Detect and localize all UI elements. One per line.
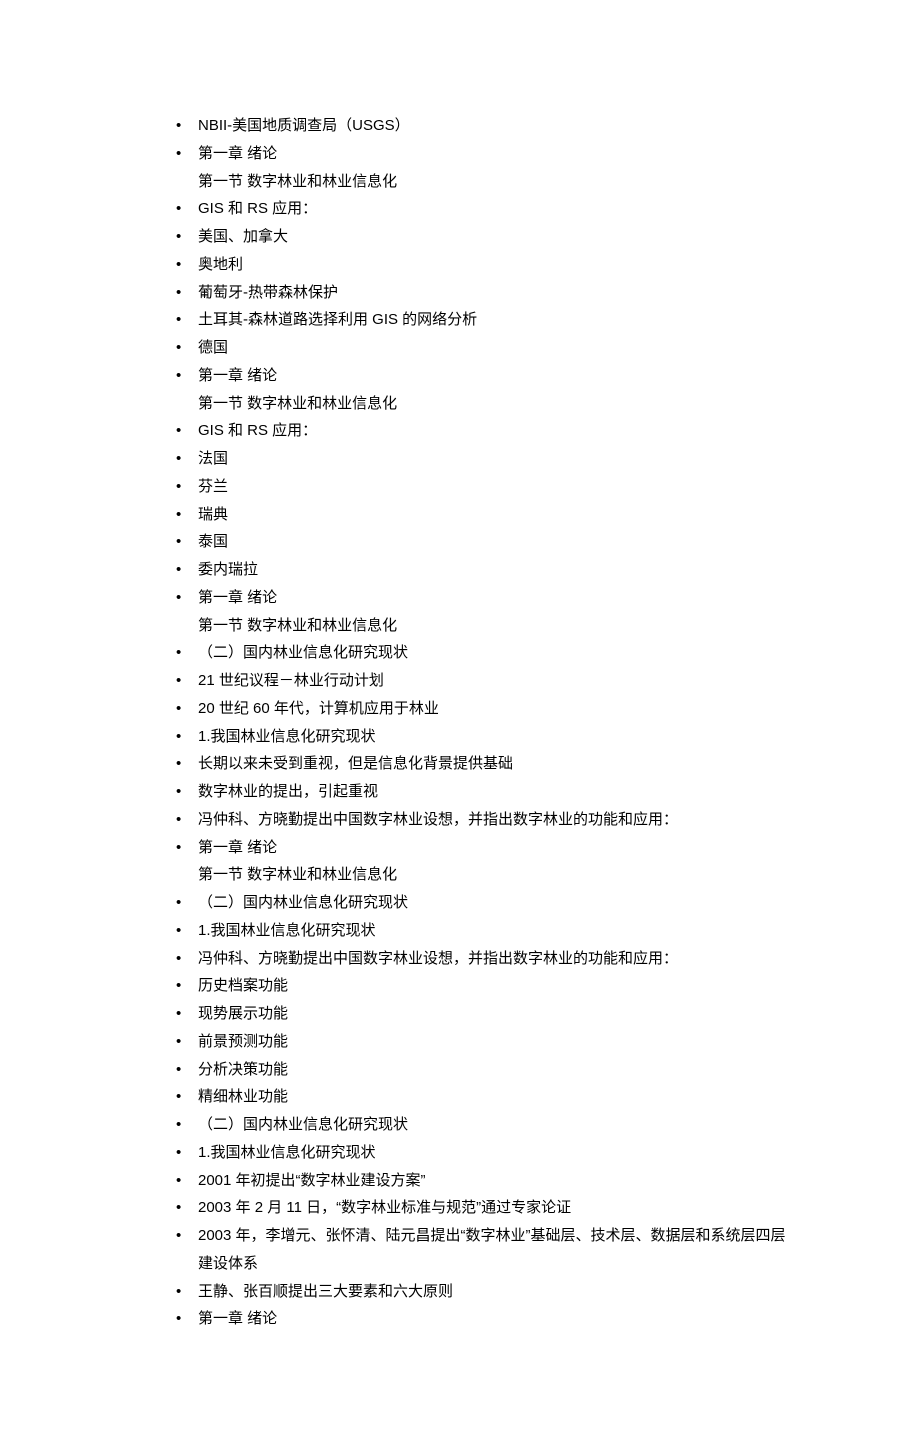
list-item-text: 精细林业功能 — [198, 1088, 288, 1105]
list-item: NBII-美国地质调查局（USGS） — [170, 112, 800, 140]
list-item: 分析决策功能 — [170, 1056, 800, 1084]
list-item: （二）国内林业信息化研究现状 — [170, 1111, 800, 1139]
list-item: 泰国 — [170, 528, 800, 556]
list-item-text: 1.我国林业信息化研究现状 — [198, 922, 376, 939]
list-item: 前景预测功能 — [170, 1028, 800, 1056]
list-item-text: 1.我国林业信息化研究现状 — [198, 728, 376, 745]
list-item-text: 葡萄牙-热带森林保护 — [198, 284, 338, 301]
list-item: 21 世纪议程－林业行动计划 — [170, 667, 800, 695]
list-item-text: 第一章 绪论 — [198, 367, 277, 384]
list-item-text: NBII-美国地质调查局（USGS） — [198, 117, 410, 134]
list-item: （二）国内林业信息化研究现状 — [170, 889, 800, 917]
list-item-text: 长期以来未受到重视，但是信息化背景提供基础 — [198, 755, 513, 772]
list-item: 德国 — [170, 334, 800, 362]
list-item-text: 德国 — [198, 339, 228, 356]
list-item-text: 瑞典 — [198, 506, 228, 523]
list-item-text: 冯仲科、方晓勤提出中国数字林业设想，并指出数字林业的功能和应用： — [198, 811, 678, 828]
list-item: 冯仲科、方晓勤提出中国数字林业设想，并指出数字林业的功能和应用： — [170, 945, 800, 973]
list-item-text: 2001 年初提出“数字林业建设方案” — [198, 1172, 426, 1189]
list-item: GIS 和 RS 应用： — [170, 417, 800, 445]
list-item-text: 芬兰 — [198, 478, 228, 495]
list-item-subtext: 第一节 数字林业和林业信息化 — [198, 168, 800, 196]
list-item-text: 2003 年，李增元、张怀清、陆元昌提出“数字林业”基础层、技术层、数据层和系统… — [198, 1227, 786, 1272]
list-item: 1.我国林业信息化研究现状 — [170, 1139, 800, 1167]
list-item: 2003 年，李增元、张怀清、陆元昌提出“数字林业”基础层、技术层、数据层和系统… — [170, 1222, 800, 1278]
list-item: （二）国内林业信息化研究现状 — [170, 639, 800, 667]
list-item-text: 2003 年 2 月 11 日，“数字林业标准与规范”通过专家论证 — [198, 1199, 571, 1216]
list-item: 葡萄牙-热带森林保护 — [170, 279, 800, 307]
list-item: 数字林业的提出，引起重视 — [170, 778, 800, 806]
list-item: 1.我国林业信息化研究现状 — [170, 723, 800, 751]
list-item: 法国 — [170, 445, 800, 473]
list-item-text: 第一章 绪论 — [198, 589, 277, 606]
list-item-text: 泰国 — [198, 533, 228, 550]
list-item: 2003 年 2 月 11 日，“数字林业标准与规范”通过专家论证 — [170, 1194, 800, 1222]
list-item: 1.我国林业信息化研究现状 — [170, 917, 800, 945]
list-item-text: 委内瑞拉 — [198, 561, 258, 578]
list-item: 长期以来未受到重视，但是信息化背景提供基础 — [170, 750, 800, 778]
list-item: 委内瑞拉 — [170, 556, 800, 584]
list-item: 第一章 绪论 — [170, 1305, 800, 1333]
list-item-text: 1.我国林业信息化研究现状 — [198, 1144, 376, 1161]
list-item-text: 历史档案功能 — [198, 977, 288, 994]
document-page: NBII-美国地质调查局（USGS）第一章 绪论第一节 数字林业和林业信息化GI… — [0, 0, 920, 1433]
list-item-text: 法国 — [198, 450, 228, 467]
list-item: 芬兰 — [170, 473, 800, 501]
list-item: 2001 年初提出“数字林业建设方案” — [170, 1167, 800, 1195]
list-item-subtext: 第一节 数字林业和林业信息化 — [198, 612, 800, 640]
list-item-text: （二）国内林业信息化研究现状 — [198, 894, 408, 911]
list-item-text: 奥地利 — [198, 256, 243, 273]
list-item-text: 分析决策功能 — [198, 1061, 288, 1078]
list-item: 第一章 绪论第一节 数字林业和林业信息化 — [170, 834, 800, 890]
list-item-text: GIS 和 RS 应用： — [198, 422, 317, 439]
list-item: 美国、加拿大 — [170, 223, 800, 251]
list-item-text: 第一章 绪论 — [198, 839, 277, 856]
list-item-text: GIS 和 RS 应用： — [198, 200, 317, 217]
list-item: 20 世纪 60 年代，计算机应用于林业 — [170, 695, 800, 723]
list-item-text: 现势展示功能 — [198, 1005, 288, 1022]
list-item: 第一章 绪论第一节 数字林业和林业信息化 — [170, 362, 800, 418]
list-item-text: 美国、加拿大 — [198, 228, 288, 245]
list-item: 精细林业功能 — [170, 1083, 800, 1111]
list-item: 王静、张百顺提出三大要素和六大原则 — [170, 1278, 800, 1306]
bullet-list: NBII-美国地质调查局（USGS）第一章 绪论第一节 数字林业和林业信息化GI… — [170, 112, 800, 1333]
list-item: 历史档案功能 — [170, 972, 800, 1000]
list-item-text: 第一章 绪论 — [198, 145, 277, 162]
list-item-text: （二）国内林业信息化研究现状 — [198, 644, 408, 661]
list-item: 瑞典 — [170, 501, 800, 529]
list-item: 冯仲科、方晓勤提出中国数字林业设想，并指出数字林业的功能和应用： — [170, 806, 800, 834]
list-item: 第一章 绪论第一节 数字林业和林业信息化 — [170, 584, 800, 640]
list-item-text: 20 世纪 60 年代，计算机应用于林业 — [198, 700, 439, 717]
list-item: 第一章 绪论第一节 数字林业和林业信息化 — [170, 140, 800, 196]
list-item-text: （二）国内林业信息化研究现状 — [198, 1116, 408, 1133]
list-item-subtext: 第一节 数字林业和林业信息化 — [198, 390, 800, 418]
list-item: GIS 和 RS 应用： — [170, 195, 800, 223]
list-item-text: 数字林业的提出，引起重视 — [198, 783, 378, 800]
list-item-text: 王静、张百顺提出三大要素和六大原则 — [198, 1283, 453, 1300]
list-item-text: 前景预测功能 — [198, 1033, 288, 1050]
list-item-text: 21 世纪议程－林业行动计划 — [198, 672, 384, 689]
list-item: 现势展示功能 — [170, 1000, 800, 1028]
list-item-text: 冯仲科、方晓勤提出中国数字林业设想，并指出数字林业的功能和应用： — [198, 950, 678, 967]
list-item: 奥地利 — [170, 251, 800, 279]
list-item-subtext: 第一节 数字林业和林业信息化 — [198, 861, 800, 889]
list-item-text: 土耳其-森林道路选择利用 GIS 的网络分析 — [198, 311, 477, 328]
list-item-text: 第一章 绪论 — [198, 1310, 277, 1327]
list-item: 土耳其-森林道路选择利用 GIS 的网络分析 — [170, 306, 800, 334]
